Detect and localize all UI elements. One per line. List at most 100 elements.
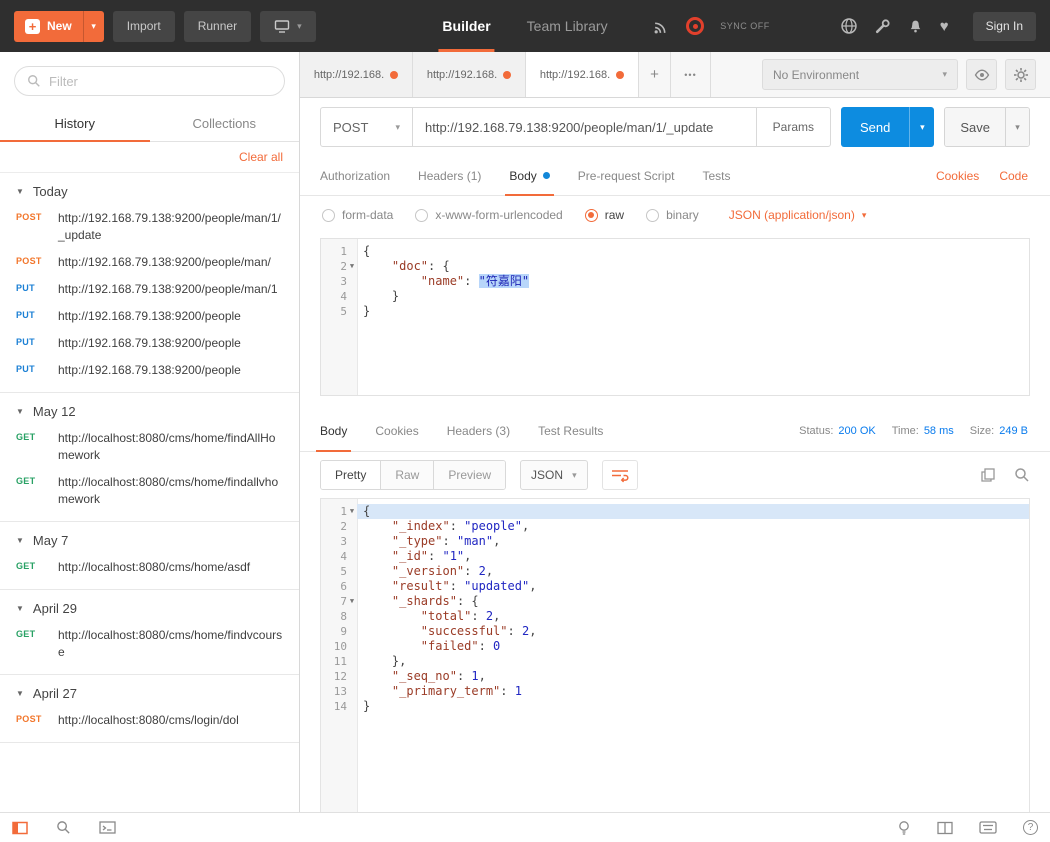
workspace-button[interactable]: ▾ (260, 11, 316, 42)
tab-options-button[interactable]: ••• (671, 52, 711, 97)
global-search-icon[interactable] (56, 820, 71, 835)
import-button[interactable]: Import (113, 11, 175, 42)
gutter-cell: 6 (321, 579, 357, 594)
history-item[interactable]: PUThttp://192.168.79.138:9200/people (0, 303, 299, 330)
environment-preview-button[interactable] (966, 59, 997, 90)
view-raw[interactable]: Raw (381, 461, 434, 489)
settings-button[interactable] (1005, 59, 1036, 90)
nav-builder[interactable]: Builder (442, 0, 490, 52)
cookies-link[interactable]: Cookies (936, 169, 979, 183)
history-item[interactable]: POSThttp://192.168.79.138:9200/people/ma… (0, 249, 299, 276)
history-item[interactable]: GEThttp://localhost:8080/cms/home/findal… (0, 469, 299, 513)
two-pane-layout-icon[interactable] (937, 821, 953, 835)
save-button[interactable]: Save (945, 108, 1005, 146)
tab-headers[interactable]: Headers (1) (404, 156, 495, 195)
history-url: http://localhost:8080/cms/home/findallvh… (58, 474, 285, 508)
params-button[interactable]: Params (756, 108, 830, 146)
radio-selected-icon (585, 209, 598, 222)
history-item[interactable]: POSThttp://192.168.79.138:9200/people/ma… (0, 205, 299, 249)
globe-icon[interactable] (840, 17, 858, 35)
tab-tests-label: Tests (702, 169, 730, 183)
runner-button[interactable]: Runner (184, 11, 251, 42)
clear-all-link[interactable]: Clear all (239, 150, 283, 164)
tab-test-results[interactable]: Test Results (524, 410, 617, 451)
history-date: April 29 (33, 601, 77, 616)
save-dropdown-button[interactable]: ▾ (1005, 108, 1029, 146)
new-button-label: New (47, 19, 72, 33)
filter-input[interactable] (49, 74, 272, 89)
view-preview[interactable]: Preview (434, 461, 505, 489)
record-sync-icon[interactable] (686, 17, 704, 35)
history-item[interactable]: PUThttp://192.168.79.138:9200/people (0, 330, 299, 357)
history-group-header[interactable]: ▼May 7 (0, 524, 299, 554)
fold-caret-icon[interactable]: ▼ (347, 504, 357, 519)
view-pretty[interactable]: Pretty (321, 461, 381, 489)
history-group-header[interactable]: ▼Today (0, 175, 299, 205)
chevron-down-icon: ▾ (395, 122, 400, 133)
wrench-icon[interactable] (874, 18, 891, 35)
code-line: 6 "result": "updated", (321, 579, 1029, 594)
method-badge: PUT (16, 281, 50, 293)
search-response-icon[interactable] (1014, 467, 1030, 483)
tab-collections[interactable]: Collections (150, 106, 300, 141)
new-tab-button[interactable]: + (639, 52, 671, 97)
history-item[interactable]: GEThttp://localhost:8080/cms/home/findAl… (0, 425, 299, 469)
wrap-text-button[interactable] (602, 460, 638, 490)
nav-team-library[interactable]: Team Library (527, 0, 608, 52)
open-request-tab[interactable]: http://192.168. (300, 52, 413, 97)
tab-response-headers[interactable]: Headers (3) (433, 410, 524, 451)
console-icon[interactable] (99, 820, 116, 835)
open-request-tab[interactable]: http://192.168. (526, 52, 639, 97)
history-item[interactable]: GEThttp://localhost:8080/cms/home/findvc… (0, 622, 299, 666)
tab-response-cookies[interactable]: Cookies (361, 410, 432, 451)
copy-icon[interactable] (980, 467, 996, 483)
history-group-header[interactable]: ▼May 12 (0, 395, 299, 425)
response-format-select[interactable]: JSON ▾ (520, 460, 588, 490)
mode-urlencoded[interactable]: x-www-form-urlencoded (415, 208, 562, 222)
tab-response-body[interactable]: Body (306, 410, 361, 451)
tab-authorization[interactable]: Authorization (306, 156, 404, 195)
tab-tests[interactable]: Tests (688, 156, 744, 195)
tab-body-label: Body (509, 169, 536, 183)
send-button[interactable]: Send (841, 107, 909, 147)
tab-body[interactable]: Body (495, 156, 563, 195)
send-dropdown-button[interactable]: ▾ (909, 107, 934, 147)
request-body-editor[interactable]: 1{2▼ "doc": {3 "name": "符嘉阳"4 }5} (320, 238, 1030, 396)
open-request-tab[interactable]: http://192.168. (413, 52, 526, 97)
history-item[interactable]: GEThttp://localhost:8080/cms/home/asdf (0, 554, 299, 581)
history-item[interactable]: POSThttp://localhost:8080/cms/login/dol (0, 707, 299, 734)
history-item[interactable]: PUThttp://192.168.79.138:9200/people/man… (0, 276, 299, 303)
tab-history[interactable]: History (0, 106, 150, 141)
fold-caret-icon[interactable]: ▼ (347, 259, 357, 274)
method-select[interactable]: POST ▾ (321, 108, 413, 146)
tab-pre-request-script[interactable]: Pre-request Script (564, 156, 689, 195)
history-item[interactable]: PUThttp://192.168.79.138:9200/people (0, 357, 299, 384)
history-group-header[interactable]: ▼April 27 (0, 677, 299, 707)
plus-icon: + (25, 19, 40, 34)
new-dropdown-button[interactable]: ▾ (83, 11, 104, 42)
fold-caret-icon[interactable]: ▼ (347, 594, 357, 609)
request-code[interactable]: 1{2▼ "doc": {3 "name": "符嘉阳"4 }5} (321, 239, 1029, 395)
code-link[interactable]: Code (999, 169, 1028, 183)
sync-icon[interactable] (653, 18, 670, 35)
environment-select[interactable]: No Environment ▾ (762, 59, 958, 90)
topbar-nav: Builder Team Library (442, 0, 607, 52)
keyboard-shortcuts-icon[interactable] (979, 821, 997, 834)
lightbulb-icon[interactable] (897, 820, 911, 836)
sidebar-toggle-icon[interactable] (12, 820, 28, 836)
history-group-header[interactable]: ▼April 29 (0, 592, 299, 622)
url-input[interactable] (413, 120, 756, 135)
history-url: http://192.168.79.138:9200/people/man/ (58, 254, 271, 271)
help-icon[interactable]: ? (1023, 820, 1038, 835)
topbar-right: SYNC OFF ♥ Sign In (653, 12, 1036, 41)
mode-form-data[interactable]: form-data (322, 208, 393, 222)
content-type-select[interactable]: JSON (application/json) ▾ (729, 208, 867, 222)
mode-binary[interactable]: binary (646, 208, 699, 222)
mode-raw[interactable]: raw (585, 208, 624, 222)
tab-list: http://192.168.http://192.168.http://192… (300, 52, 639, 97)
new-button[interactable]: + New (14, 11, 83, 42)
bell-icon[interactable] (907, 18, 924, 35)
heart-icon[interactable]: ♥ (940, 19, 949, 34)
sign-in-button[interactable]: Sign In (973, 12, 1036, 41)
code-line: 11 }, (321, 654, 1029, 669)
